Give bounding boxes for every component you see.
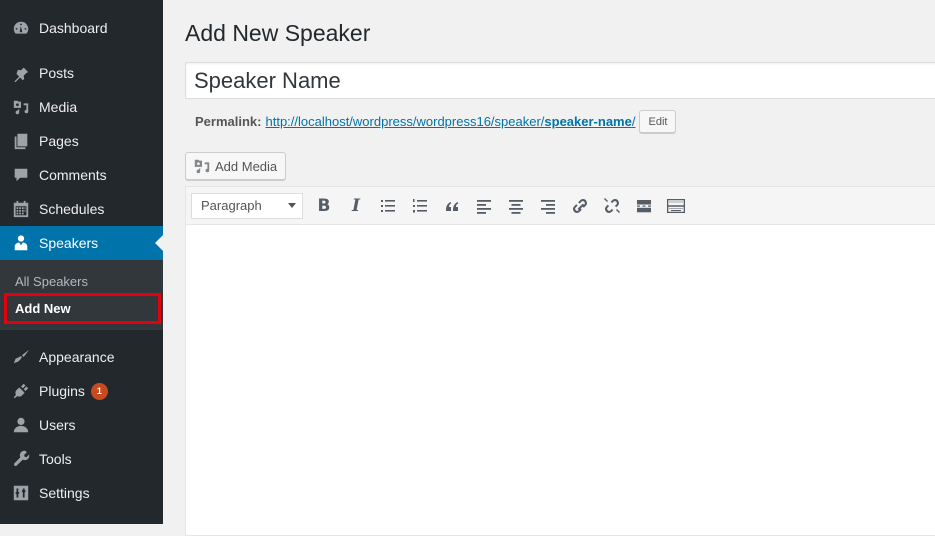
menu-label: Schedules: [39, 201, 105, 217]
permalink-trailing: /: [631, 114, 636, 129]
menu-item-pages[interactable]: Pages: [0, 124, 163, 158]
settings-icon: [11, 483, 31, 503]
menu-item-users[interactable]: Users: [0, 408, 163, 442]
add-media-button[interactable]: Add Media: [185, 152, 287, 180]
edit-permalink-button[interactable]: Edit: [639, 110, 677, 133]
users-icon: [11, 415, 31, 435]
submenu-label: Add New: [15, 300, 71, 316]
comment-icon: [11, 165, 31, 185]
blockquote-icon: [446, 201, 459, 211]
permalink-link[interactable]: http://localhost/wordpress/wordpress16/s…: [265, 114, 635, 129]
menu-label: Appearance: [39, 349, 115, 365]
bulleted-list-icon: [381, 199, 395, 212]
align-left-icon: [477, 199, 491, 214]
menu-item-schedules[interactable]: Schedules: [0, 192, 163, 226]
menu-label: Plugins: [39, 383, 85, 399]
menu-item-settings[interactable]: Settings: [0, 476, 163, 510]
submenu-label: All Speakers: [15, 273, 88, 289]
chevron-down-icon: [288, 203, 296, 208]
bulleted-list-button[interactable]: [373, 191, 403, 221]
format-select-value: Paragraph: [201, 198, 262, 213]
unlink-icon: [604, 197, 620, 213]
permalink-slug: speaker-name: [544, 114, 632, 129]
permalink-row: Permalink: http://localhost/wordpress/wo…: [195, 110, 677, 133]
menu-item-appearance[interactable]: Appearance: [0, 340, 163, 374]
align-right-icon: [541, 199, 555, 214]
menu-item-tools[interactable]: Tools: [0, 442, 163, 476]
permalink-base: http://localhost/wordpress/wordpress16/s…: [265, 114, 545, 129]
add-media-label: Add Media: [215, 158, 278, 174]
insert-link-button[interactable]: [565, 191, 595, 221]
numbered-list-button[interactable]: [405, 191, 435, 221]
toolbar-toggle-button[interactable]: [661, 191, 691, 221]
menu-label: Posts: [39, 65, 75, 81]
menu-item-comments[interactable]: Comments: [0, 158, 163, 192]
content-editor: Paragraph B I: [185, 186, 935, 536]
main-content: Add New Speaker Permalink: http://localh…: [163, 0, 935, 536]
menu-label: Pages: [39, 133, 79, 149]
menu-item-media[interactable]: Media: [0, 90, 163, 124]
format-select[interactable]: Paragraph: [191, 192, 303, 219]
speakers-submenu: All Speakers Add New: [0, 260, 163, 330]
numbered-list-icon: [413, 198, 427, 212]
submenu-add-new[interactable]: Add New: [0, 294, 163, 322]
dashboard-icon: [11, 18, 31, 38]
calendar-icon: [11, 199, 31, 219]
remove-link-button[interactable]: [597, 191, 627, 221]
media-icon: [194, 159, 210, 174]
update-count-badge: 1: [90, 382, 108, 400]
pin-icon: [11, 63, 31, 83]
paintbrush-icon: [11, 347, 31, 367]
permalink-label: Permalink:: [195, 114, 262, 129]
page-title: Add New Speaker: [185, 20, 371, 46]
plug-icon: [11, 381, 31, 401]
media-icon: [11, 97, 31, 117]
menu-label: Media: [39, 99, 78, 115]
wrench-icon: [11, 449, 31, 469]
align-center-button[interactable]: [501, 191, 531, 221]
align-center-icon: [509, 199, 523, 214]
menu-label: Comments: [39, 167, 107, 183]
menu-label: Settings: [39, 485, 90, 501]
editor-toolbar: Paragraph B I: [186, 187, 935, 225]
bold-button[interactable]: B: [309, 191, 339, 221]
active-indicator-arrow: [155, 235, 163, 251]
submenu-all-speakers[interactable]: All Speakers: [0, 267, 163, 295]
menu-item-posts[interactable]: Posts: [0, 56, 163, 90]
align-left-button[interactable]: [469, 191, 499, 221]
user-icon: [11, 233, 31, 253]
pages-icon: [11, 131, 31, 151]
menu-label: Dashboard: [39, 20, 108, 36]
menu-label: Users: [39, 417, 76, 433]
menu-item-plugins[interactable]: Plugins 1: [0, 374, 163, 408]
read-more-icon: [637, 199, 651, 212]
blockquote-button[interactable]: [437, 191, 467, 221]
menu-label: Tools: [39, 451, 72, 467]
menu-item-speakers[interactable]: Speakers: [0, 226, 163, 260]
link-icon: [573, 198, 587, 213]
menu-label: Speakers: [39, 235, 99, 251]
align-right-button[interactable]: [533, 191, 563, 221]
read-more-button[interactable]: [629, 191, 659, 221]
keyboard-icon: [667, 198, 685, 213]
italic-button[interactable]: I: [341, 191, 371, 221]
speaker-title-input[interactable]: [185, 62, 935, 99]
editor-content-area[interactable]: [186, 225, 935, 535]
menu-item-dashboard[interactable]: Dashboard: [0, 11, 163, 45]
admin-sidebar: Dashboard Posts Media Pages Comments Sch…: [0, 0, 163, 524]
